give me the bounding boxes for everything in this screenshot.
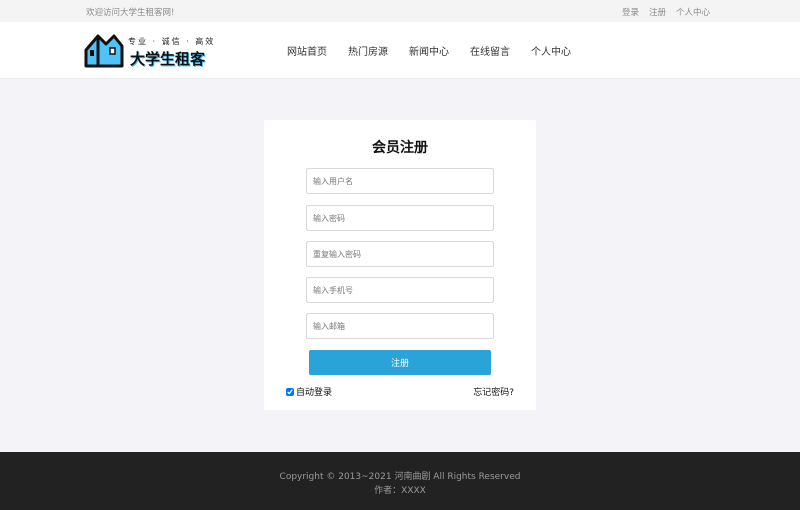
form-title: 会员注册 — [372, 140, 428, 156]
register-card: 会员注册 注册 自动登录 忘记密码? — [264, 120, 536, 410]
username-input[interactable] — [306, 168, 494, 194]
nav-item-messages[interactable]: 在线留言 — [470, 43, 510, 58]
main-nav: 网站首页 热门房源 新闻中心 在线留言 个人中心 — [287, 43, 571, 58]
auto-login-option[interactable]: 自动登录 — [286, 385, 332, 398]
register-link[interactable]: 注册 — [649, 6, 666, 18]
auto-login-checkbox[interactable] — [286, 387, 294, 396]
confirm-password-input[interactable] — [306, 241, 494, 267]
logo-slogan: 专业 · 诚信 · 高效 — [128, 37, 216, 46]
password-input[interactable] — [306, 205, 494, 231]
email-input[interactable] — [306, 313, 494, 339]
nav-item-hot-listings[interactable]: 热门房源 — [348, 43, 388, 58]
nav-item-news[interactable]: 新闻中心 — [409, 43, 449, 58]
site-logo[interactable]: 专业 · 诚信 · 高效 大学生租客 — [84, 32, 229, 68]
nav-item-personal-center[interactable]: 个人中心 — [531, 43, 571, 58]
welcome-text: 欢迎访问大学生租客网! — [86, 8, 175, 18]
forgot-password-link[interactable]: 忘记密码? — [473, 385, 514, 398]
nav-item-home[interactable]: 网站首页 — [287, 43, 327, 58]
register-button[interactable]: 注册 — [309, 350, 491, 375]
author-text: 作者：XXXX — [374, 486, 426, 496]
house-logo-icon — [84, 34, 124, 68]
auto-login-label: 自动登录 — [296, 388, 333, 398]
logo-name: 大学生租客 — [130, 50, 206, 68]
copyright-text: Copyright © 2013~2021 河南曲剧 All Rights Re… — [279, 472, 521, 482]
site-header: 专业 · 诚信 · 高效 大学生租客 网站首页 热门房源 新闻中心 在线留言 个… — [0, 22, 800, 79]
site-footer: Copyright © 2013~2021 河南曲剧 All Rights Re… — [0, 452, 800, 510]
top-bar: 欢迎访问大学生租客网! 登录 注册 个人中心 — [0, 0, 800, 22]
phone-input[interactable] — [306, 277, 494, 303]
top-links: 登录 注册 个人中心 — [622, 6, 710, 18]
personal-center-link[interactable]: 个人中心 — [676, 6, 710, 18]
login-link[interactable]: 登录 — [622, 6, 639, 18]
